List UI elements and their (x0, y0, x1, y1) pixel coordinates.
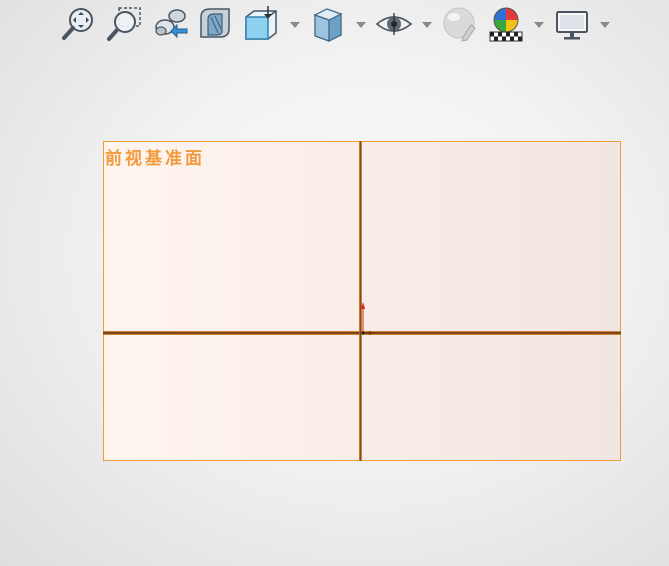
hide-show-items-dropdown[interactable] (421, 20, 433, 30)
chevron-down-icon (422, 22, 432, 28)
view-orientation-icon (245, 6, 277, 40)
previous-view-icon (155, 9, 188, 39)
origin-icon[interactable] (354, 300, 378, 340)
apply-scene-button[interactable] (486, 4, 526, 44)
apply-scene-icon (489, 7, 523, 42)
edit-appearance-button[interactable] (440, 4, 480, 44)
view-settings-dropdown[interactable] (599, 20, 611, 30)
zoom-to-fit-button[interactable] (58, 4, 98, 44)
zoom-to-area-icon (107, 7, 141, 41)
chevron-down-icon (600, 22, 610, 28)
chevron-down-icon (356, 22, 366, 28)
display-style-dropdown[interactable] (355, 20, 367, 30)
section-view-icon (200, 8, 230, 38)
section-view-button[interactable] (195, 4, 235, 44)
edit-appearance-icon (443, 7, 476, 42)
plane-label[interactable]: 前视基准面 (105, 144, 205, 169)
display-style-button[interactable] (308, 4, 348, 44)
view-orientation-dropdown[interactable] (289, 20, 301, 30)
apply-scene-dropdown[interactable] (533, 20, 545, 30)
view-settings-icon (556, 11, 588, 40)
zoom-to-area-button[interactable] (104, 4, 144, 44)
chevron-down-icon (290, 22, 300, 28)
zoom-to-fit-icon (62, 8, 93, 40)
chevron-down-icon (534, 22, 544, 28)
previous-view-button[interactable] (150, 4, 190, 44)
hide-show-items-button[interactable] (374, 4, 414, 44)
hide-show-items-icon (375, 13, 413, 35)
display-style-icon (313, 8, 343, 42)
heads-up-view-toolbar (0, 0, 669, 50)
view-settings-button[interactable] (552, 4, 592, 44)
view-orientation-button[interactable] (241, 4, 281, 44)
